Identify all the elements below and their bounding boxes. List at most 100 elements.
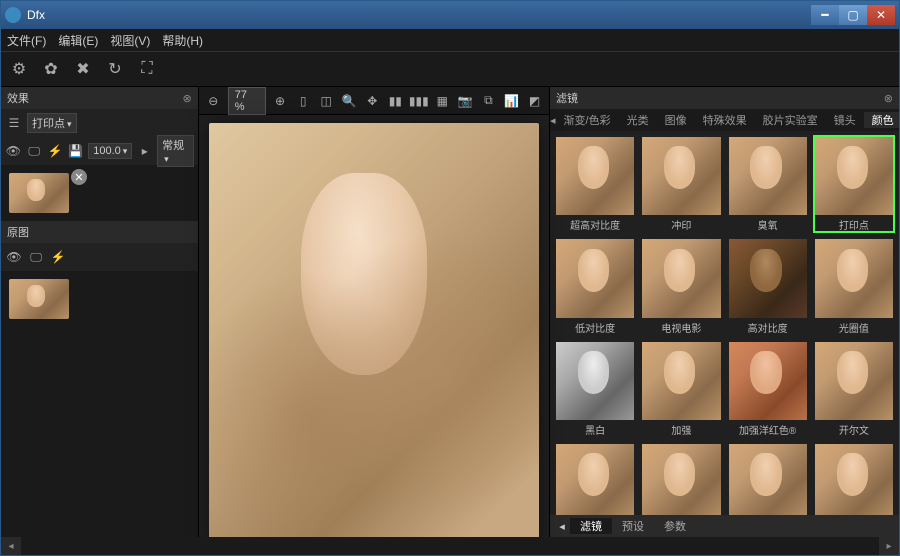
filter-label: 加强洋红色® — [739, 422, 796, 436]
disk-icon[interactable]: 💾 — [67, 142, 84, 160]
menu-edit[interactable]: 编辑(E) — [58, 32, 98, 49]
fit-icon[interactable]: ⛶ — [135, 57, 159, 81]
filter-label: 开尔文 — [839, 422, 869, 436]
filter-thumb — [729, 444, 807, 515]
tab-image[interactable]: 图像 — [657, 112, 695, 128]
left-spacer — [1, 327, 198, 537]
split-view-icon[interactable]: ◫ — [318, 92, 335, 110]
menu-view[interactable]: 视图(V) — [110, 32, 150, 49]
effect-thumbnail[interactable] — [9, 173, 69, 213]
menubar: 文件(F) 编辑(E) 视图(V) 帮助(H) — [1, 29, 899, 51]
list-icon[interactable]: ☰ — [5, 114, 23, 132]
filter-panel-close-icon[interactable]: ⊗ — [884, 92, 893, 105]
gear-icon[interactable]: ⚙ — [7, 57, 31, 81]
magnify-icon[interactable]: 🔍 — [341, 92, 358, 110]
window-close-button[interactable]: ✕ — [867, 5, 895, 25]
filter-thumb — [815, 239, 893, 317]
overlay-icon[interactable]: ⧉ — [480, 92, 497, 110]
tab-gradient[interactable]: 渐变/色彩 — [556, 112, 619, 128]
original-thumbnail[interactable] — [9, 279, 69, 319]
move-icon[interactable]: ✥ — [364, 92, 381, 110]
filter-item[interactable]: 加强洋红色® — [727, 340, 809, 438]
filter-label: 加强 — [671, 422, 691, 436]
histogram-icon[interactable]: 📊 — [503, 92, 520, 110]
btab-filter[interactable]: 滤镜 — [570, 518, 612, 534]
single-view-icon[interactable]: ▯ — [295, 92, 312, 110]
maximize-button[interactable]: ▢ — [839, 5, 867, 25]
btab-preset[interactable]: 预设 — [612, 518, 654, 534]
filter-item[interactable]: 开尔文 — [813, 340, 895, 438]
refresh-icon[interactable]: ↻ — [103, 57, 127, 81]
camera-icon[interactable]: 📷 — [457, 92, 474, 110]
preset-dropdown[interactable]: 打印点 — [27, 113, 77, 133]
intensity-input[interactable]: 100.0 — [88, 143, 132, 159]
tab-filmlab[interactable]: 胶片实验室 — [755, 112, 826, 128]
zoom-value[interactable]: 77 % — [228, 87, 266, 115]
filter-row: 超高对比度 冲印 臭氧 打印点 — [554, 135, 895, 233]
stepper-icon[interactable]: ▸ — [136, 142, 153, 160]
mode-dropdown[interactable]: 常规 — [157, 135, 194, 167]
tab-light[interactable]: 光类 — [619, 112, 657, 128]
filter-item[interactable]: 黑白 — [554, 340, 636, 438]
effects-close-icon[interactable]: ⊗ — [183, 92, 192, 105]
left-panel: 效果 ⊗ ☰ 打印点 👁 🖵 ⚡ 💾 100.0 ▸ 常规 ✕ 原图 — [1, 87, 199, 537]
cols2-icon[interactable]: ▮▮ — [387, 92, 404, 110]
filter-item[interactable]: 低对比度 — [554, 237, 636, 335]
filter-label: 低对比度 — [575, 320, 615, 334]
zoom-out-icon[interactable]: ⊖ — [205, 92, 222, 110]
cols3-icon[interactable]: ▮▮▮ — [410, 92, 428, 110]
filter-item[interactable]: 超高对比度 — [554, 135, 636, 233]
cancel-icon[interactable]: ✖ — [71, 57, 95, 81]
gear2-icon[interactable]: ✿ — [39, 57, 63, 81]
eye2-icon[interactable]: 👁 — [5, 248, 23, 266]
titlebar: Dfx ━ ▢ ✕ — [1, 1, 899, 29]
filter-item[interactable] — [640, 442, 722, 515]
grid-icon[interactable]: ▦ — [434, 92, 451, 110]
filter-thumb — [556, 137, 634, 215]
filter-item[interactable] — [554, 442, 636, 515]
filter-thumb — [729, 137, 807, 215]
filter-thumb — [729, 342, 807, 420]
minimize-button[interactable]: ━ — [811, 5, 839, 25]
tab-fx[interactable]: 特殊效果 — [695, 112, 755, 128]
tab-color[interactable]: 颜色 — [864, 112, 899, 128]
menu-file[interactable]: 文件(F) — [7, 32, 46, 49]
filter-item[interactable]: 高对比度 — [727, 237, 809, 335]
crop-icon[interactable]: ◩ — [526, 92, 543, 110]
zoom-in-icon[interactable]: ⊕ — [272, 92, 289, 110]
monitor2-icon[interactable]: 🖵 — [27, 248, 45, 266]
tab-lens[interactable]: 镜头 — [826, 112, 864, 128]
bolt2-icon[interactable]: ⚡ — [49, 248, 67, 266]
filter-item[interactable] — [813, 442, 895, 515]
bolt-icon[interactable]: ⚡ — [47, 142, 64, 160]
filter-row: 黑白 加强 加强洋红色® 开尔文 — [554, 340, 895, 438]
filter-thumb — [815, 342, 893, 420]
btab-param[interactable]: 参数 — [654, 518, 696, 534]
filter-thumb — [642, 444, 720, 515]
scroll-track[interactable] — [21, 537, 879, 555]
menu-help[interactable]: 帮助(H) — [162, 32, 203, 49]
app-title: Dfx — [27, 8, 811, 22]
filter-item[interactable] — [727, 442, 809, 515]
viewer-canvas[interactable] — [199, 115, 549, 537]
main-toolbar: ⚙ ✿ ✖ ↻ ⛶ — [1, 51, 899, 87]
filter-thumb — [642, 239, 720, 317]
btab-prev-icon[interactable]: ◂ — [554, 520, 570, 533]
filter-item[interactable]: 光圈值 — [813, 237, 895, 335]
filter-item[interactable]: 电视电影 — [640, 237, 722, 335]
effect-remove-icon[interactable]: ✕ — [71, 169, 87, 185]
eye-icon[interactable]: 👁 — [5, 142, 22, 160]
monitor-icon[interactable]: 🖵 — [26, 142, 43, 160]
scroll-left-icon[interactable]: ◂ — [1, 537, 21, 555]
center-panel: ⊖ 77 % ⊕ ▯ ◫ 🔍 ✥ ▮▮ ▮▮▮ ▦ 📷 ⧉ 📊 ◩ — [199, 87, 549, 537]
app-icon — [5, 7, 21, 23]
filter-item[interactable]: 加强 — [640, 340, 722, 438]
filter-item[interactable]: 臭氧 — [727, 135, 809, 233]
filter-label: 打印点 — [839, 217, 869, 231]
filter-thumb — [556, 239, 634, 317]
scroll-right-icon[interactable]: ▸ — [879, 537, 899, 555]
filter-item-selected[interactable]: 打印点 — [813, 135, 895, 233]
filter-thumb — [556, 444, 634, 515]
bottom-tabs: ◂ 滤镜 预设 参数 — [550, 515, 899, 537]
filter-item[interactable]: 冲印 — [640, 135, 722, 233]
